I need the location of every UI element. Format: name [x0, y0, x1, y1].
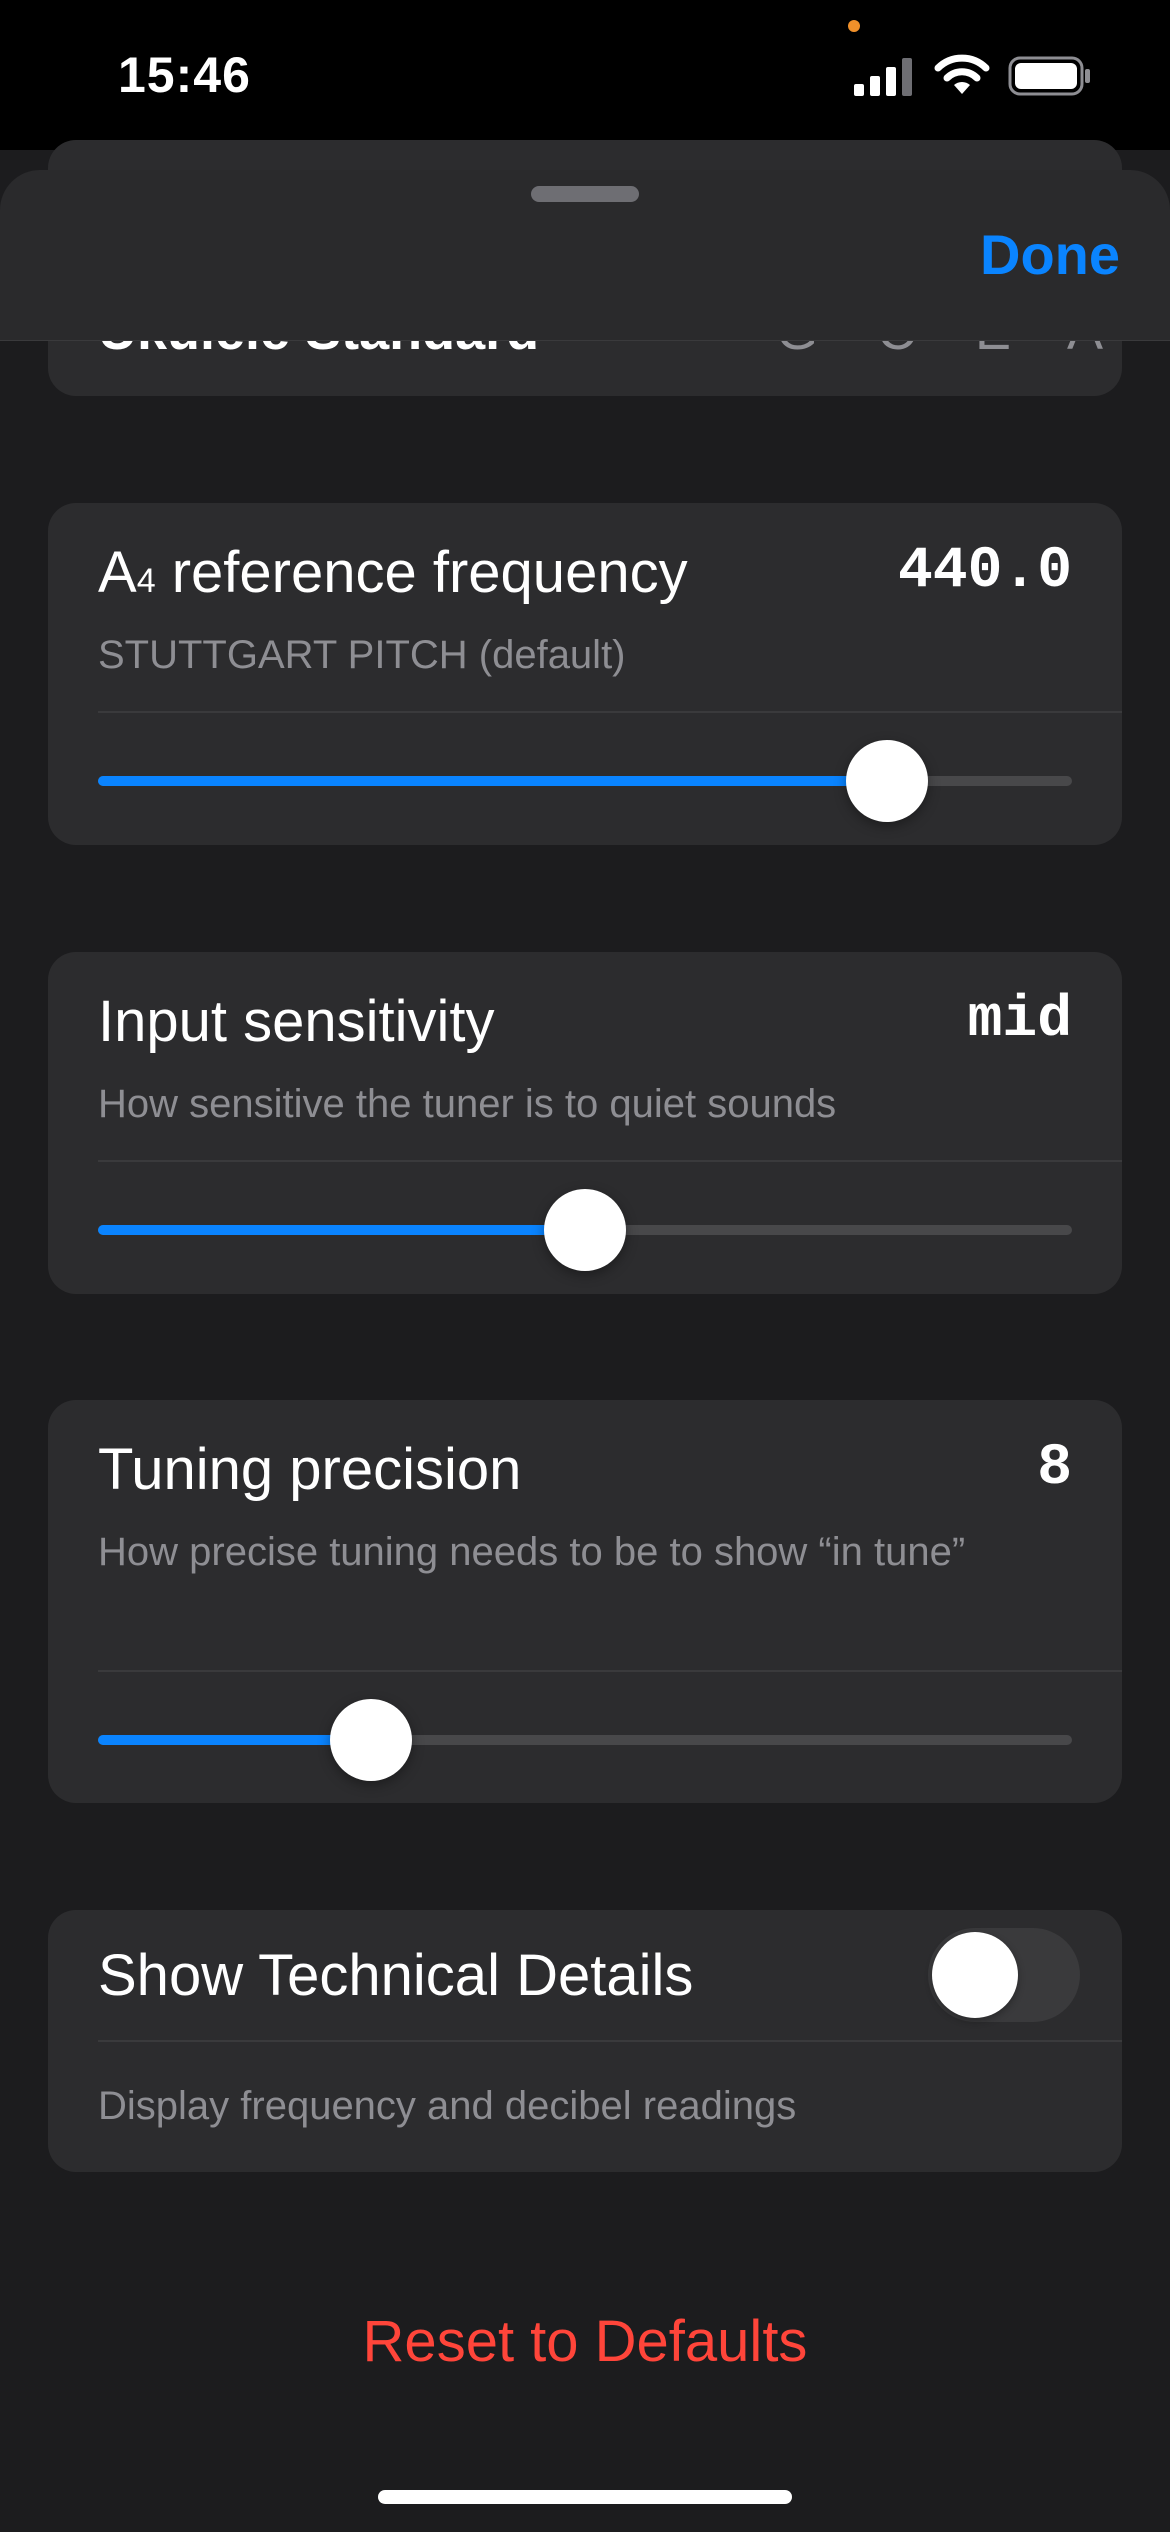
reference-frequency-slider[interactable] — [98, 740, 1072, 822]
reference-frequency-title: A4 reference frequency — [98, 540, 688, 605]
slider-thumb[interactable] — [329, 1699, 412, 1781]
technical-details-card: Show Technical Details Display frequency… — [48, 1910, 1122, 2172]
wifi-icon — [934, 54, 990, 94]
sheet-grabber-handle[interactable] — [531, 186, 639, 202]
reference-frequency-card: A4 reference frequency 440.0 STUTTGART P… — [48, 503, 1122, 845]
reset-to-defaults-button[interactable]: Reset to Defaults — [0, 2308, 1170, 2375]
slider-thumb[interactable] — [544, 1189, 626, 1271]
divider — [98, 2040, 1122, 2042]
reference-frequency-value: 440.0 — [897, 539, 1072, 604]
technical-details-title: Show Technical Details — [98, 1943, 694, 2008]
divider — [98, 1670, 1122, 1672]
status-bar: 15:46 — [0, 0, 1170, 150]
slider-fill — [98, 776, 887, 786]
toggle-knob — [932, 1932, 1018, 2018]
divider — [98, 1160, 1122, 1162]
tuning-precision-slider[interactable] — [98, 1699, 1072, 1781]
input-sensitivity-subtitle: How sensitive the tuner is to quiet soun… — [98, 1082, 837, 1126]
technical-details-toggle[interactable] — [928, 1928, 1080, 2022]
mic-indicator-dot — [848, 20, 860, 32]
cellular-signal-icon — [854, 58, 912, 96]
slider-fill — [98, 1225, 585, 1235]
input-sensitivity-value: mid — [967, 988, 1072, 1053]
technical-details-subtitle: Display frequency and decibel readings — [98, 2084, 797, 2128]
input-sensitivity-slider[interactable] — [98, 1189, 1072, 1271]
tuning-precision-card: Tuning precision 8 How precise tuning ne… — [48, 1400, 1122, 1803]
input-sensitivity-card: Input sensitivity mid How sensitive the … — [48, 952, 1122, 1294]
done-button[interactable]: Done — [980, 222, 1120, 287]
tuning-precision-title: Tuning precision — [98, 1437, 522, 1502]
status-time: 15:46 — [118, 47, 251, 103]
battery-icon — [1008, 56, 1090, 96]
reference-frequency-subtitle: STUTTGART PITCH (default) — [98, 633, 626, 677]
divider — [98, 711, 1122, 713]
tuning-precision-value: 8 — [1037, 1436, 1072, 1501]
tuning-precision-subtitle: How precise tuning needs to be to show “… — [98, 1530, 966, 1574]
sheet-header: Done — [0, 170, 1170, 341]
slider-thumb[interactable] — [845, 740, 928, 822]
home-indicator — [378, 2490, 792, 2504]
input-sensitivity-title: Input sensitivity — [98, 989, 495, 1054]
